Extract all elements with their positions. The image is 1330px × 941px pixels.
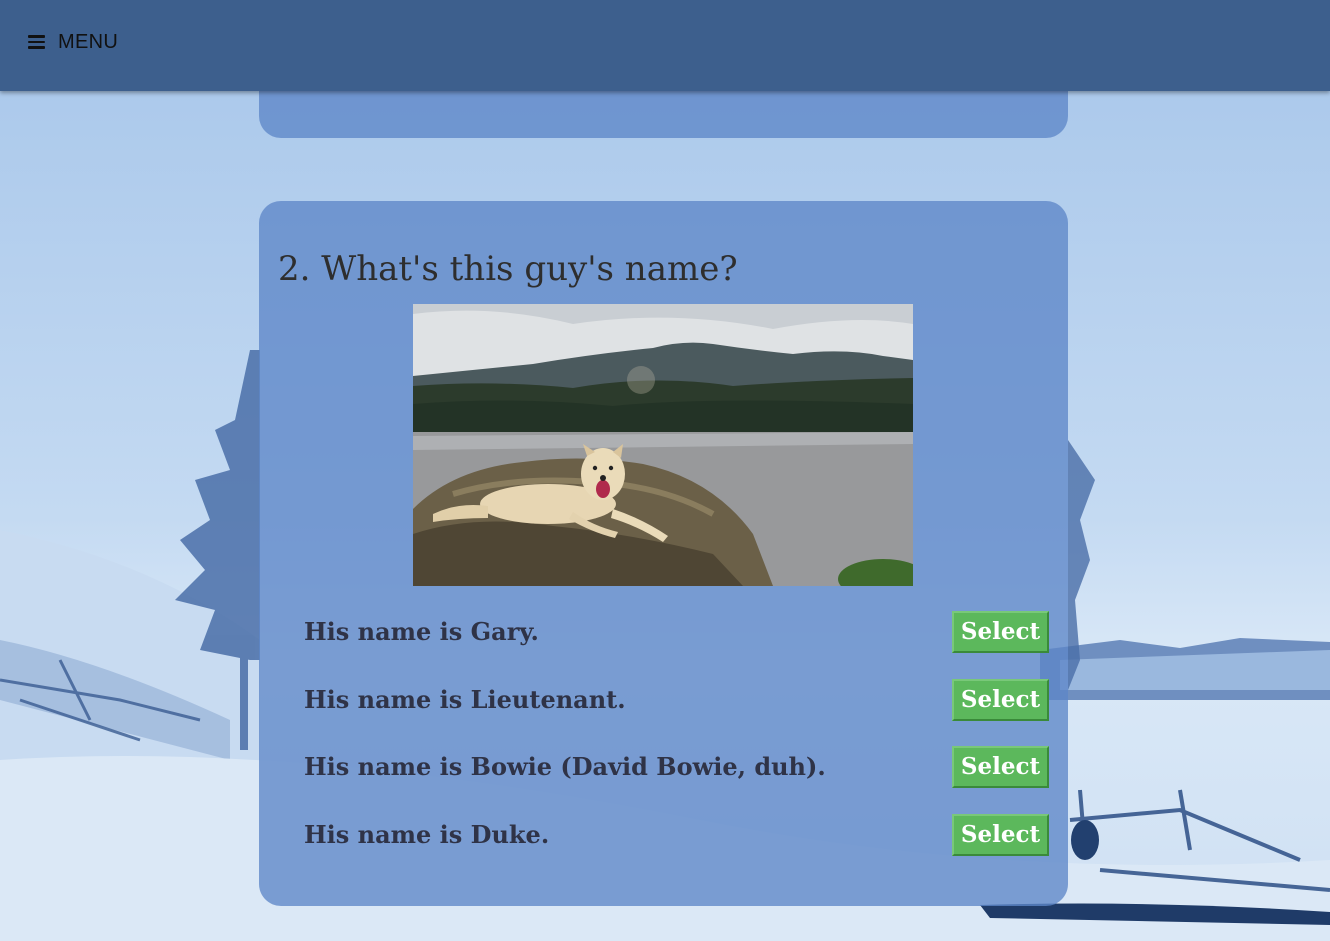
question-card: 2. What's this guy's name? His name is G… — [259, 201, 1068, 906]
question-title: 2. What's this guy's name? — [278, 249, 738, 289]
answer-row: His name is Lieutenant. Select — [259, 679, 1068, 723]
menu-button[interactable]: MENU — [28, 29, 118, 55]
answer-row: His name is Duke. Select — [259, 814, 1068, 858]
select-button-lieutenant[interactable]: Select — [952, 679, 1049, 721]
select-button-duke[interactable]: Select — [952, 814, 1049, 856]
answer-row: His name is Bowie (David Bowie, duh). Se… — [259, 746, 1068, 790]
hamburger-icon — [28, 35, 45, 49]
answer-row: His name is Gary. Select — [259, 611, 1068, 655]
menu-label: MENU — [58, 30, 119, 53]
answer-text: His name is Gary. — [304, 617, 539, 646]
select-button-bowie[interactable]: Select — [952, 746, 1049, 788]
top-navbar: MENU — [0, 0, 1330, 91]
answer-text: His name is Bowie (David Bowie, duh). — [304, 752, 826, 781]
dog-photo — [413, 304, 913, 586]
answer-text: His name is Duke. — [304, 820, 550, 849]
answer-text: His name is Lieutenant. — [304, 685, 626, 714]
select-button-gary[interactable]: Select — [952, 611, 1049, 653]
